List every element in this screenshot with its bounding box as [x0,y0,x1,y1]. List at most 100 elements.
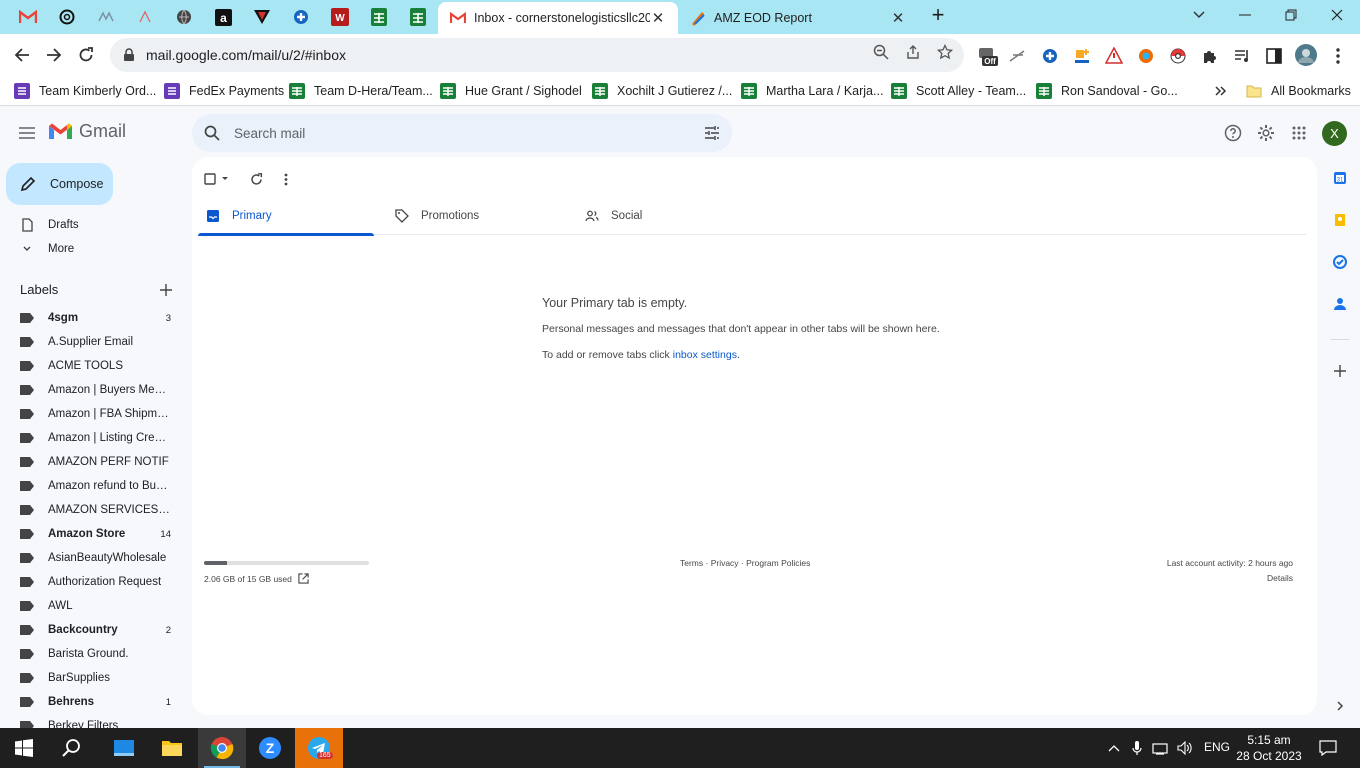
tab-search-icon[interactable] [1176,0,1222,30]
pinned-tab-vw[interactable]: W [326,4,354,30]
bookmark-item[interactable]: Team D-Hera/Team... [289,81,433,101]
bookmark-item[interactable]: Xochilt J Gutierez /... [592,81,732,101]
create-label-plus-icon[interactable] [158,282,174,298]
label-item[interactable]: AMAZON SERVICES/PAY... [0,498,188,522]
site-info-icon[interactable] [122,48,136,62]
label-item[interactable]: Backcountry 2 [0,618,188,642]
search-input[interactable]: Search mail [234,126,305,141]
profile-avatar-icon[interactable] [1295,44,1317,66]
back-button[interactable] [7,40,37,70]
close-tab-icon[interactable]: ✕ [890,10,906,27]
search-bar[interactable]: Search mail [192,114,732,152]
footer-links[interactable]: Terms · Privacy · Program Policies [680,558,810,568]
taskbar-file-explorer[interactable] [148,728,196,768]
label-item[interactable]: Amazon Store 14 [0,522,188,546]
chrome-menu-icon[interactable] [1328,46,1348,66]
calendar-icon[interactable]: 31 [1331,169,1349,187]
taskbar-clock[interactable]: 5:15 am 28 Oct 2023 [1234,732,1304,764]
label-item[interactable]: ACME TOOLS [0,354,188,378]
pinned-tab-openai[interactable] [53,4,81,30]
more-bookmarks-icon[interactable] [1215,81,1227,101]
nav-item-drafts[interactable]: Drafts [0,213,188,237]
search-options-icon[interactable] [704,125,720,141]
pinned-tab-site[interactable] [92,4,120,30]
refresh-icon[interactable] [244,167,268,191]
notifications-icon[interactable] [1318,739,1338,757]
pinned-tab-sheets[interactable] [365,4,393,30]
tasks-icon[interactable] [1331,253,1349,271]
label-item[interactable]: Barista Ground. [0,642,188,666]
extension-pokeball-icon[interactable] [1168,46,1188,66]
label-item[interactable]: Authorization Request [0,570,188,594]
more-actions-icon[interactable] [274,167,298,191]
keep-icon[interactable] [1331,211,1349,229]
label-item[interactable]: Behrens 1 [0,690,188,714]
open-external-icon[interactable] [298,573,309,584]
details-link[interactable]: Details [1167,573,1293,583]
input-language[interactable]: ENG [1204,740,1230,754]
label-item[interactable]: AsianBeautyWholesale [0,546,188,570]
forward-button[interactable] [39,40,69,70]
share-icon[interactable] [904,43,922,61]
search-icon[interactable] [204,125,220,141]
taskbar-search-button[interactable] [48,728,96,768]
extension-keepa-icon[interactable] [1136,46,1156,66]
pinned-tab-tool[interactable] [287,4,315,30]
new-tab-button[interactable]: + [915,0,961,30]
taskbar-zoom[interactable]: Z [246,728,294,768]
tab-social[interactable]: Social [585,197,765,235]
label-item[interactable]: Berkey Filters [0,714,188,728]
pinned-tab-amazon[interactable]: a [209,4,237,30]
tab-primary[interactable]: Primary [198,197,374,236]
settings-gear-icon[interactable] [1255,122,1277,144]
extension-blue-icon[interactable] [1040,46,1060,66]
close-tab-icon[interactable]: ✕ [650,10,666,27]
label-item[interactable]: AMAZON PERF NOTIF [0,450,188,474]
label-item[interactable]: AWL [0,594,188,618]
reading-list-icon[interactable] [1232,46,1252,66]
reload-button[interactable] [71,40,101,70]
tab-gmail-inbox[interactable]: Inbox - cornerstonelogisticsllc2023@gmai… [438,2,678,34]
label-item[interactable]: A.Supplier Email [0,330,188,354]
extension-scout-icon[interactable] [1072,46,1092,66]
bookmark-item[interactable]: Martha Lara / Karja... [741,81,883,101]
label-item[interactable]: BarSupplies [0,666,188,690]
taskbar-chrome[interactable] [198,728,246,768]
side-panel-icon[interactable] [1264,46,1284,66]
bookmark-item[interactable]: Team Kimberly Ord... [14,81,156,101]
inbox-settings-link[interactable]: inbox settings [673,349,737,361]
bookmark-item[interactable]: Scott Alley - Team... [891,81,1026,101]
show-side-panel-chevron-icon[interactable] [1331,697,1349,715]
storage-usage-text[interactable]: 2.06 GB of 15 GB used [204,573,309,584]
bookmark-star-icon[interactable] [936,43,954,61]
taskbar-app-desktop[interactable] [100,728,148,768]
account-avatar[interactable]: X [1322,121,1347,146]
label-item[interactable]: Amazon refund to Buyers [0,474,188,498]
google-apps-icon[interactable] [1288,122,1310,144]
bookmark-item[interactable]: FedEx Payments [164,81,284,101]
all-bookmarks-button[interactable]: All Bookmarks [1246,81,1351,101]
taskbar-telegram[interactable]: 165 [295,728,343,768]
restore-icon[interactable] [1268,0,1314,30]
get-addons-plus-icon[interactable] [1331,362,1349,380]
bookmark-item[interactable]: Ron Sandoval - Go... [1036,81,1178,101]
label-item[interactable]: Amazon | Listing Created [0,426,188,450]
pinned-tab-site-2[interactable] [131,4,159,30]
tray-overflow-chevron-icon[interactable] [1105,739,1123,757]
pinned-tab-gmail[interactable] [14,4,42,30]
network-icon[interactable] [1152,739,1170,757]
support-icon[interactable] [1222,122,1244,144]
tab-promotions[interactable]: Promotions [395,197,575,235]
extension-off-icon[interactable]: Off [978,46,998,66]
label-item[interactable]: 4sgm 3 [0,306,188,330]
label-item[interactable]: Amazon | FBA Shipments [0,402,188,426]
contacts-icon[interactable] [1331,295,1349,313]
tab-amz-eod-report[interactable]: AMZ EOD Report ✕ [678,2,918,34]
pinned-tab-globe[interactable] [170,4,198,30]
close-window-icon[interactable] [1314,0,1360,30]
microphone-icon[interactable] [1128,739,1146,757]
extension-pen-icon[interactable] [1008,46,1028,66]
extension-alert-icon[interactable] [1104,46,1124,66]
start-button[interactable] [0,728,48,768]
bookmark-item[interactable]: Hue Grant / Sighodel [440,81,582,101]
